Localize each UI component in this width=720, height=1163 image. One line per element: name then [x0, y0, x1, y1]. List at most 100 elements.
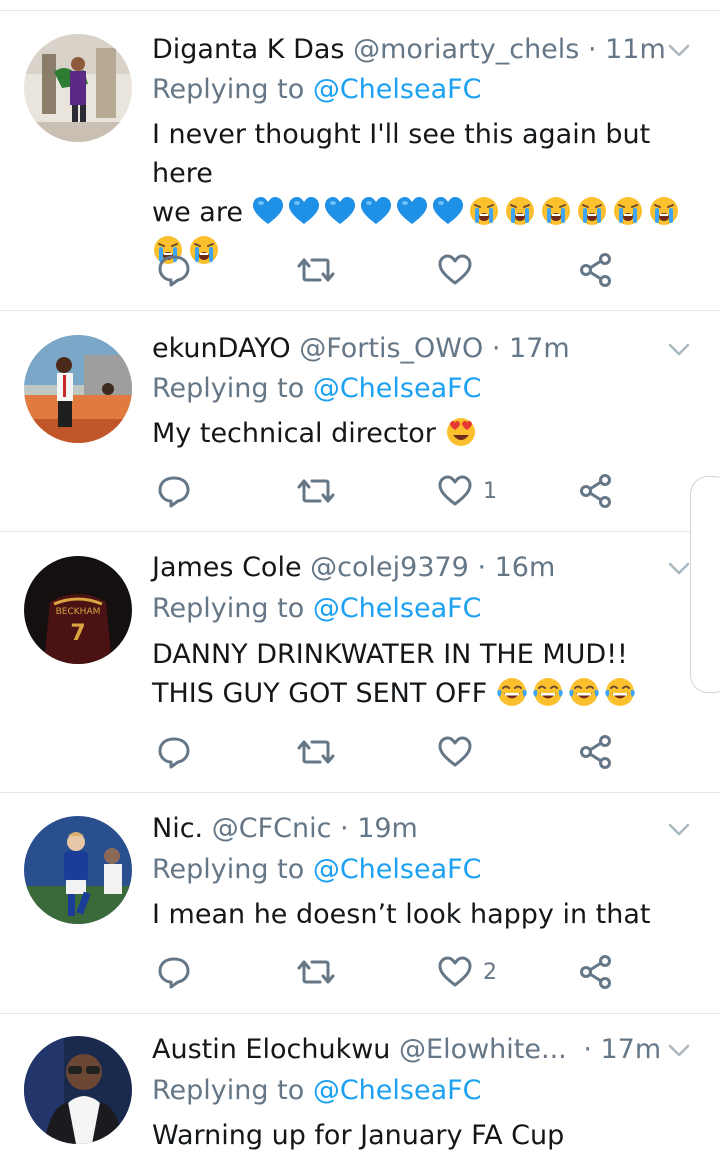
display-name[interactable]: Diganta K Das — [152, 34, 345, 65]
tweet-text: I never thought I'll see this again but … — [152, 115, 697, 271]
blue-heart-emoji — [324, 196, 356, 226]
tears-of-joy-emoji — [532, 677, 564, 707]
tweet[interactable]: Austin Elochukwu @Elowhite... · 17m Repl… — [0, 1014, 720, 1163]
tweet-header: James Cole @colej9379 · 16m — [152, 552, 555, 592]
svg-text:BECKHAM: BECKHAM — [56, 607, 101, 617]
chevron-down-icon[interactable] — [666, 337, 692, 363]
avatar[interactable] — [24, 816, 132, 924]
blue-heart-emoji — [288, 196, 320, 226]
user-handle[interactable]: @CFCnic — [212, 813, 332, 844]
replying-to: Replying to @ChelseaFC — [152, 74, 482, 105]
avatar[interactable] — [24, 335, 132, 443]
tweet-text-line: My technical director — [152, 414, 697, 453]
replying-to: Replying to @ChelseaFC — [152, 1075, 482, 1106]
like-button[interactable] — [437, 250, 483, 290]
like-count: 1 — [483, 478, 497, 504]
share-button[interactable] — [578, 952, 614, 992]
tweet-text-line: we are — [152, 193, 697, 232]
display-name[interactable]: Austin Elochukwu — [152, 1034, 390, 1065]
like-button[interactable]: 2 — [437, 952, 497, 992]
share-button[interactable] — [578, 250, 614, 290]
retweet-button[interactable] — [296, 952, 336, 992]
tweet-header: Diganta K Das @moriarty_chels · 11m — [152, 34, 666, 74]
chevron-down-icon[interactable] — [666, 38, 692, 64]
replying-to-label: Replying to — [152, 593, 305, 624]
reply-mention-link[interactable]: @ChelseaFC — [313, 373, 482, 404]
avatar[interactable] — [24, 34, 132, 142]
chevron-down-icon[interactable] — [666, 556, 692, 582]
crying-face-emoji — [612, 196, 644, 226]
reply-mention-link[interactable]: @ChelseaFC — [313, 854, 482, 885]
tears-of-joy-emoji — [496, 677, 528, 707]
timestamp[interactable]: · 11m — [588, 34, 666, 65]
timestamp[interactable]: · 17m — [583, 1034, 661, 1065]
reply-mention-link[interactable]: @ChelseaFC — [313, 1075, 482, 1106]
display-name[interactable]: Nic. — [152, 813, 203, 844]
tears-of-joy-emoji — [604, 677, 636, 707]
reply-button[interactable] — [156, 250, 192, 290]
retweet-button[interactable] — [296, 471, 336, 511]
replying-to-label: Replying to — [152, 373, 305, 404]
like-button[interactable]: 1 — [437, 471, 497, 511]
retweet-button[interactable] — [296, 250, 336, 290]
user-handle[interactable]: @colej9379 — [310, 552, 469, 583]
timestamp[interactable]: · 16m — [477, 552, 555, 583]
tweet[interactable]: BECKHAM 7 James Cole @colej9379 · 16m Re… — [0, 532, 720, 792]
tweet-actions: 2 — [0, 952, 720, 992]
retweet-icon — [296, 473, 336, 509]
tweet-text-fragment: My technical director — [152, 418, 436, 449]
like-icon — [437, 954, 473, 990]
blue-heart-emoji — [432, 196, 464, 226]
avatar[interactable]: BECKHAM 7 — [24, 556, 132, 664]
like-icon — [437, 734, 473, 770]
chevron-down-icon[interactable] — [666, 817, 692, 843]
like-count: 2 — [483, 959, 497, 985]
user-handle[interactable]: @Fortis_OWO — [299, 333, 483, 364]
timestamp[interactable]: · 19m — [340, 813, 418, 844]
tweet-text: I mean he doesn’t look happy in that — [152, 895, 697, 934]
tweet-text-line: I never thought I'll see this again but … — [152, 119, 651, 189]
like-button[interactable] — [437, 732, 483, 772]
tweet-header: ekunDAYO @Fortis_OWO · 17m — [152, 333, 570, 373]
avatar[interactable] — [24, 1036, 132, 1144]
reply-mention-link[interactable]: @ChelseaFC — [313, 593, 482, 624]
reply-mention-link[interactable]: @ChelseaFC — [313, 74, 482, 105]
scroll-edge-handle[interactable] — [690, 476, 720, 693]
replying-to-label: Replying to — [152, 74, 305, 105]
retweet-icon — [296, 954, 336, 990]
heart-eyes-emoji — [445, 417, 477, 447]
reply-icon — [156, 252, 192, 288]
display-name[interactable]: ekunDAYO — [152, 333, 291, 364]
reply-button[interactable] — [156, 952, 192, 992]
chevron-down-icon[interactable] — [666, 1038, 692, 1064]
share-button[interactable] — [578, 732, 614, 772]
retweet-icon — [296, 252, 336, 288]
share-button[interactable] — [578, 471, 614, 511]
crying-face-emoji — [576, 196, 608, 226]
tweet-text-fragment: we are — [152, 197, 243, 228]
tweet-actions — [0, 250, 720, 290]
retweet-button[interactable] — [296, 732, 336, 772]
display-name[interactable]: James Cole — [152, 552, 302, 583]
tweet-actions — [0, 732, 720, 772]
replying-to: Replying to @ChelseaFC — [152, 373, 482, 404]
replying-to: Replying to @ChelseaFC — [152, 593, 482, 624]
reply-button[interactable] — [156, 732, 192, 772]
svg-text:7: 7 — [70, 621, 85, 646]
share-icon — [578, 954, 614, 990]
timestamp[interactable]: · 17m — [492, 333, 570, 364]
blue-heart-emoji — [360, 196, 392, 226]
user-handle[interactable]: @Elowhite... — [399, 1034, 567, 1065]
share-icon — [578, 734, 614, 770]
tweet[interactable]: Nic. @CFCnic · 19m Replying to @ChelseaF… — [0, 793, 720, 1013]
tweet[interactable]: ekunDAYO @Fortis_OWO · 17m Replying to @… — [0, 311, 720, 531]
tweet-text-line: THIS GUY GOT SENT OFF — [152, 674, 697, 713]
reply-button[interactable] — [156, 471, 192, 511]
reply-icon — [156, 954, 192, 990]
replying-to-label: Replying to — [152, 854, 305, 885]
tweet[interactable]: Diganta K Das @moriarty_chels · 11m Repl… — [0, 0, 720, 310]
tweet-text-line: I mean he doesn’t look happy in that — [152, 899, 651, 930]
crying-face-emoji — [540, 196, 572, 226]
user-handle[interactable]: @moriarty_chels — [353, 34, 579, 65]
share-icon — [578, 252, 614, 288]
